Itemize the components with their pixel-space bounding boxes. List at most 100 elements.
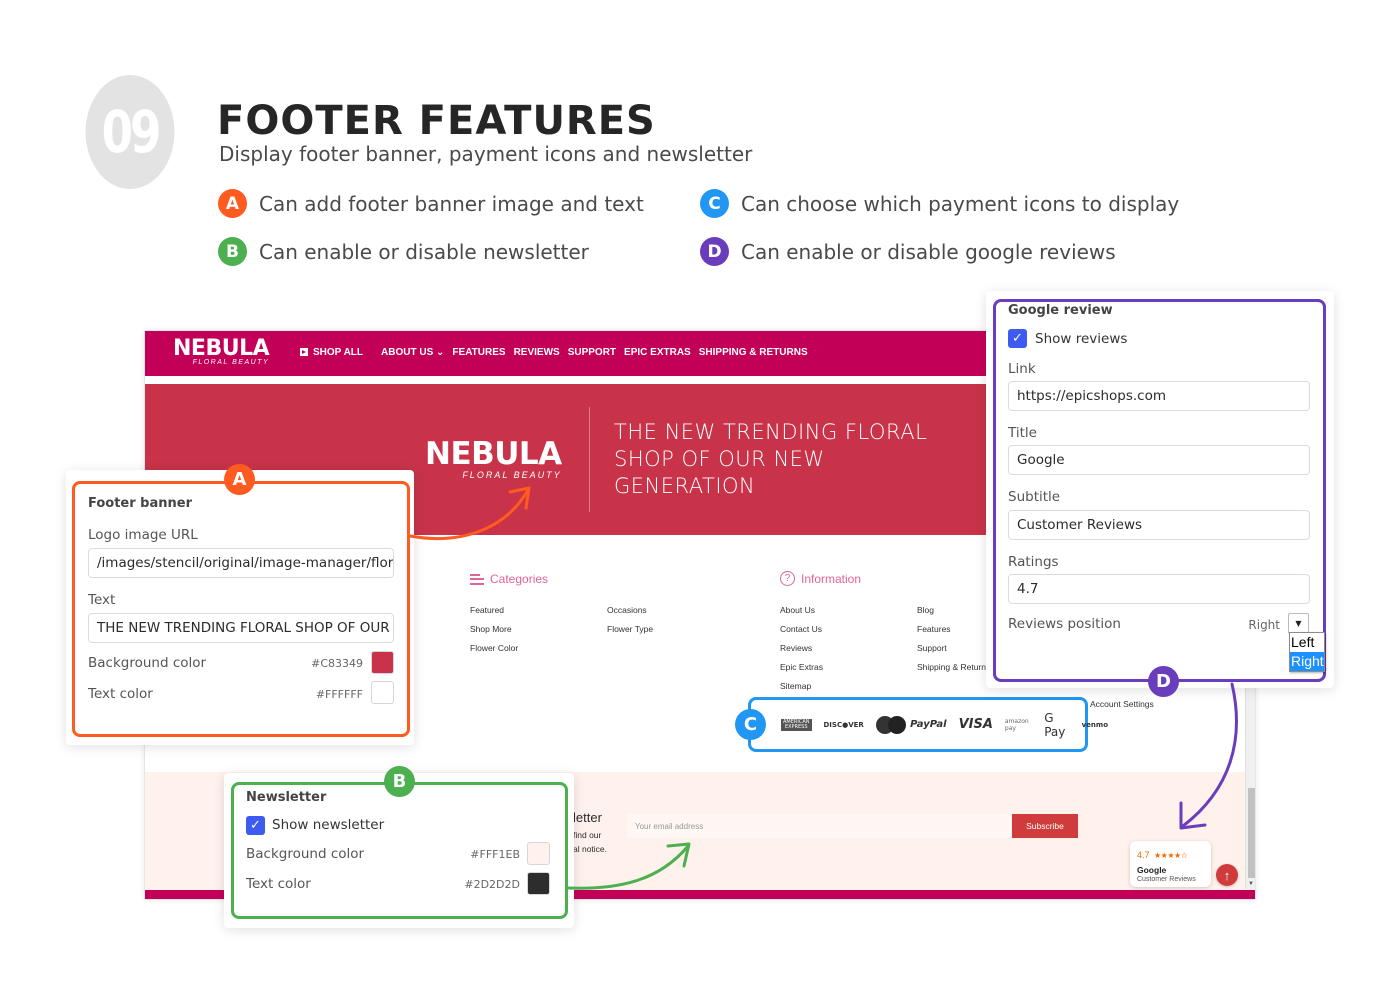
footer-link[interactable]: Shipping & Returns: [917, 662, 990, 681]
menu-icon: [470, 573, 484, 585]
footer-link[interactable]: Shop More: [470, 624, 518, 643]
badge-c: C: [700, 189, 729, 218]
bg-color-label: Background color: [88, 655, 207, 671]
nav-logo[interactable]: NEBULA FLORAL BEAUTY: [173, 336, 270, 367]
footer-link[interactable]: Blog: [917, 605, 990, 624]
text-color-swatch[interactable]: [527, 872, 550, 895]
footer-link[interactable]: Flower Type: [607, 624, 653, 643]
checkmark-icon: ✓: [1012, 331, 1023, 346]
footer-link[interactable]: Support: [917, 643, 990, 662]
reviews-position-options: Left Right: [1289, 632, 1325, 672]
bg-color-swatch[interactable]: [371, 651, 394, 674]
caret-down-icon: ▼: [1295, 619, 1302, 628]
google-review-title: Google: [1137, 865, 1167, 875]
google-rating-value: 4.7: [1137, 850, 1150, 860]
footer-banner-settings-panel: Footer banner Logo image URL /images/ste…: [72, 481, 410, 737]
feature-c: C Can choose which payment icons to disp…: [700, 189, 1179, 218]
subtitle-input[interactable]: Customer Reviews: [1008, 510, 1310, 540]
banner-text-input[interactable]: THE NEW TRENDING FLORAL SHOP OF OUR NEW …: [88, 613, 394, 643]
reviews-position-dropdown[interactable]: ▼: [1288, 613, 1309, 634]
discover-icon: DISC●VER: [823, 720, 864, 729]
page-title: FOOTER FEATURES: [217, 98, 656, 144]
panel-title: Footer banner: [88, 496, 192, 511]
chevron-down-icon: ⌄: [436, 347, 445, 358]
mastercard-icon: [875, 715, 906, 734]
text-color-swatch[interactable]: [371, 681, 394, 704]
nav-reviews[interactable]: REVIEWS: [514, 347, 560, 358]
newsletter-email-input[interactable]: Your email address: [627, 814, 1011, 838]
footer-link[interactable]: About Us: [780, 605, 823, 624]
show-reviews-checkbox[interactable]: ✓: [1008, 329, 1027, 348]
payment-icons-row: AMERICAN EXPRESS DISC●VER PayPal VISA ama…: [781, 700, 1108, 749]
badge-a: A: [218, 189, 247, 218]
scroll-down-arrow-icon[interactable]: ▼: [1248, 881, 1254, 887]
footer-link[interactable]: Epic Extras: [780, 662, 823, 681]
arrow-up-icon: ↑: [1223, 867, 1231, 883]
nav-support[interactable]: SUPPORT: [568, 347, 616, 358]
logo-url-input[interactable]: /images/stencil/original/image-manager/f…: [88, 548, 394, 578]
amazon-pay-icon: amazon pay: [1004, 717, 1029, 732]
bg-color-label: Background color: [246, 846, 365, 862]
show-newsletter-checkbox[interactable]: ✓: [246, 816, 265, 835]
subscribe-button[interactable]: Subscribe: [1012, 814, 1078, 838]
text-color-hex: #2D2D2D: [464, 878, 520, 891]
panel-title: Newsletter: [246, 790, 327, 805]
nav-shop-all[interactable]: SHOP ALL: [300, 347, 363, 358]
nav-logo-name: NEBULA: [173, 336, 270, 361]
venmo-icon: venmo: [1081, 720, 1109, 729]
information-col1: About Us Contact Us Reviews Epic Extras …: [780, 605, 823, 700]
page-subtitle: Display footer banner, payment icons and…: [219, 142, 753, 166]
footer-link[interactable]: Features: [917, 624, 990, 643]
badge-c-marker: C: [735, 709, 766, 740]
categories-heading: Categories: [470, 572, 548, 586]
banner-logo-name: NEBULA: [425, 436, 562, 472]
show-newsletter-label[interactable]: Show newsletter: [272, 817, 384, 833]
link-label: Link: [1008, 361, 1036, 377]
link-input[interactable]: https://epicshops.com: [1008, 381, 1310, 411]
play-icon: [300, 348, 308, 356]
feature-a: A Can add footer banner image and text: [218, 189, 644, 218]
checkmark-icon: ✓: [250, 818, 261, 833]
option-right[interactable]: Right: [1290, 652, 1324, 671]
bg-color-swatch[interactable]: [527, 842, 550, 865]
scrollbar-thumb[interactable]: [1248, 788, 1255, 878]
badge-b: B: [218, 237, 247, 266]
title-input[interactable]: Google: [1008, 445, 1310, 475]
paypal-icon: PayPal: [910, 719, 947, 730]
visa-icon: VISA: [958, 717, 993, 732]
footer-link[interactable]: Occasions: [607, 605, 653, 624]
footer-link[interactable]: Flower Color: [470, 643, 518, 662]
badge-d: D: [700, 237, 729, 266]
reviews-position-label: Reviews position: [1008, 616, 1121, 632]
reviews-position-value[interactable]: Right: [1220, 618, 1280, 632]
banner-text: THE NEW TRENDING FLORAL SHOP OF OUR NEW …: [614, 420, 928, 498]
nav-about-us[interactable]: ABOUT US ⌄: [381, 347, 444, 358]
help-icon: ?: [780, 571, 795, 586]
option-left[interactable]: Left: [1290, 633, 1324, 652]
back-to-top-button[interactable]: ↑: [1216, 864, 1238, 886]
information-heading: ? Information: [780, 571, 861, 586]
nav-features[interactable]: FEATURES: [452, 347, 505, 358]
footer-link[interactable]: Reviews: [780, 643, 823, 662]
feature-d: D Can enable or disable google reviews: [700, 237, 1116, 266]
nav-links: SHOP ALL ABOUT US ⌄ FEATURES REVIEWS SUP…: [300, 347, 808, 358]
nav-shipping-returns[interactable]: SHIPPING & RETURNS: [699, 347, 808, 358]
google-pay-icon: G Pay: [1044, 710, 1066, 739]
banner-logo: NEBULA FLORAL BEAUTY: [425, 436, 562, 481]
google-review-settings-panel: Google review ✓ Show reviews Link https:…: [993, 299, 1326, 682]
google-review-widget[interactable]: 4.7 ★★★★☆ Google Customer Reviews: [1130, 841, 1211, 887]
ratings-input[interactable]: 4.7: [1008, 574, 1310, 604]
newsletter-settings-panel: Newsletter ✓ Show newsletter Background …: [231, 782, 568, 919]
show-reviews-label[interactable]: Show reviews: [1035, 331, 1127, 347]
newsletter-title: letter: [573, 810, 602, 825]
subtitle-label: Subtitle: [1008, 489, 1061, 505]
nav-epic-extras[interactable]: EPIC EXTRAS: [624, 347, 691, 358]
categories-col2: Occasions Flower Type: [607, 605, 653, 643]
bg-color-hex: #FFF1EB: [470, 848, 520, 861]
footer-link[interactable]: Contact Us: [780, 624, 823, 643]
google-review-subtitle: Customer Reviews: [1137, 876, 1196, 883]
ratings-label: Ratings: [1008, 554, 1059, 570]
feature-a-text: Can add footer banner image and text: [259, 191, 644, 216]
footer-link[interactable]: Featured: [470, 605, 518, 624]
title-label: Title: [1008, 425, 1037, 441]
